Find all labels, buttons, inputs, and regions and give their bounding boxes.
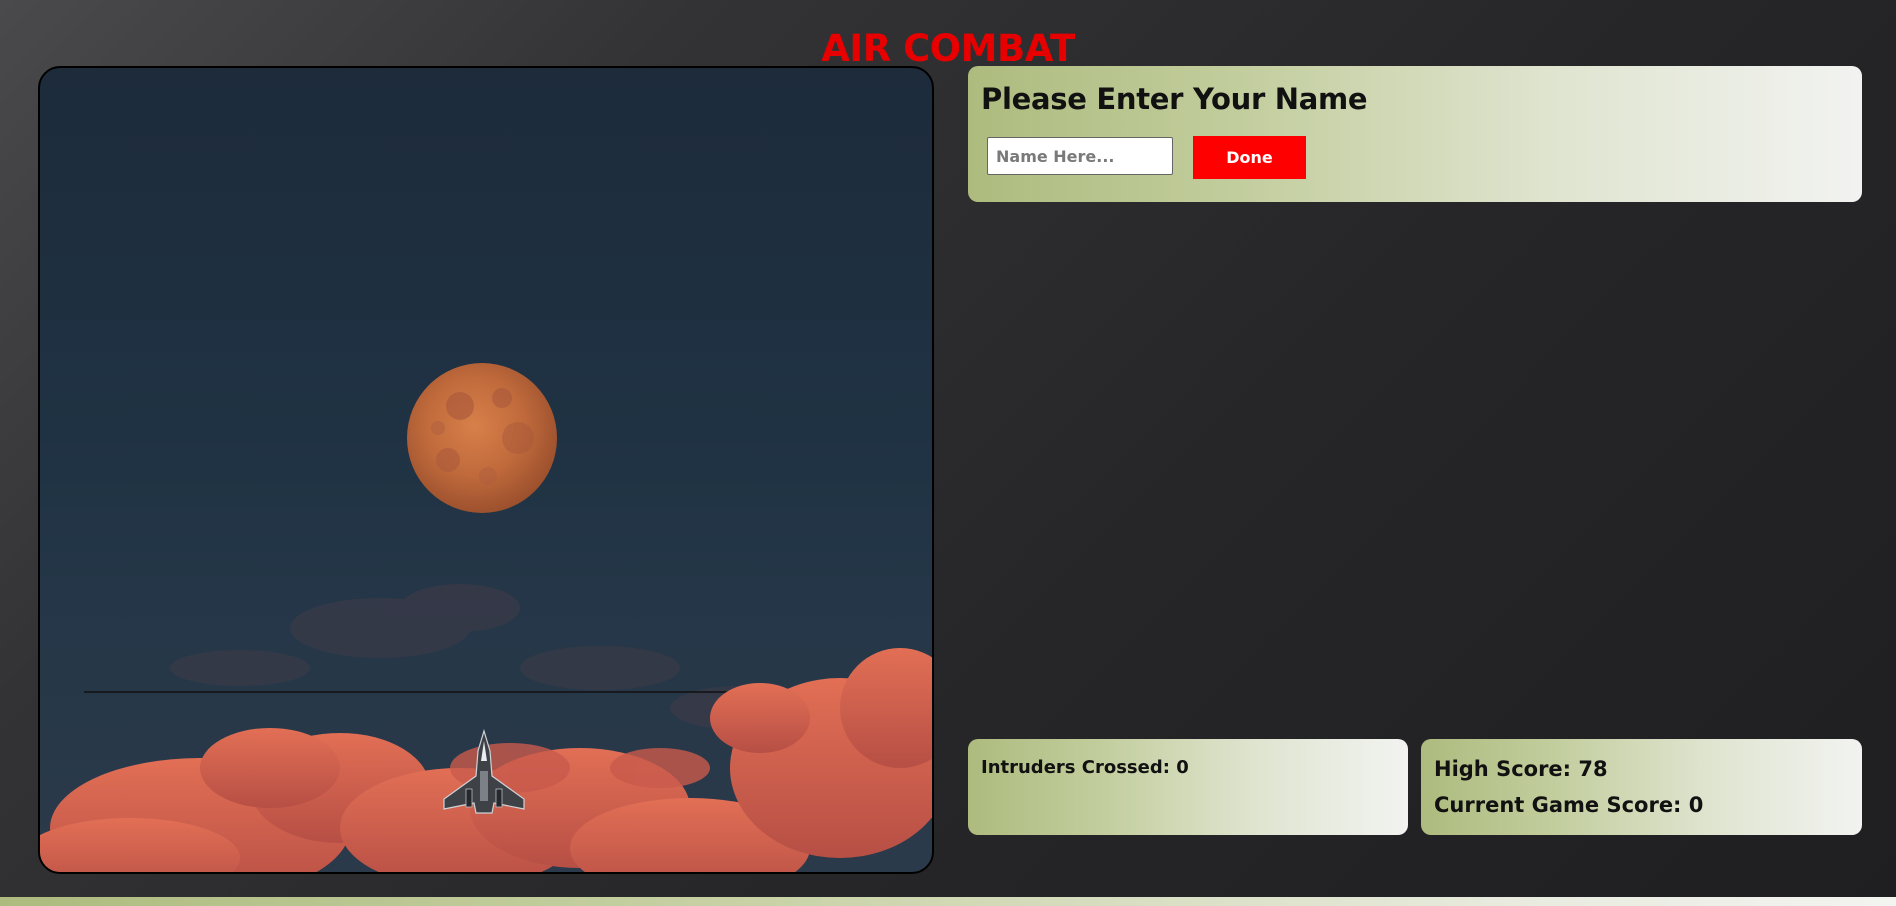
score-panel: High Score: 78 Current Game Score: 0 xyxy=(1421,739,1862,835)
intruders-crossed: Intruders Crossed: 0 xyxy=(981,757,1189,778)
footer-bar xyxy=(0,897,1896,906)
name-heading: Please Enter Your Name xyxy=(981,82,1368,116)
name-entry-panel: Please Enter Your Name Done xyxy=(968,66,1862,202)
moon xyxy=(407,363,557,513)
name-input[interactable] xyxy=(987,137,1173,175)
game-title: AIR COMBAT xyxy=(821,26,1075,70)
high-score: High Score: 78 xyxy=(1434,757,1608,781)
current-game-score: Current Game Score: 0 xyxy=(1434,793,1704,817)
done-button[interactable]: Done xyxy=(1193,136,1306,179)
game-canvas[interactable] xyxy=(38,66,934,874)
intruders-panel: Intruders Crossed: 0 xyxy=(968,739,1408,835)
